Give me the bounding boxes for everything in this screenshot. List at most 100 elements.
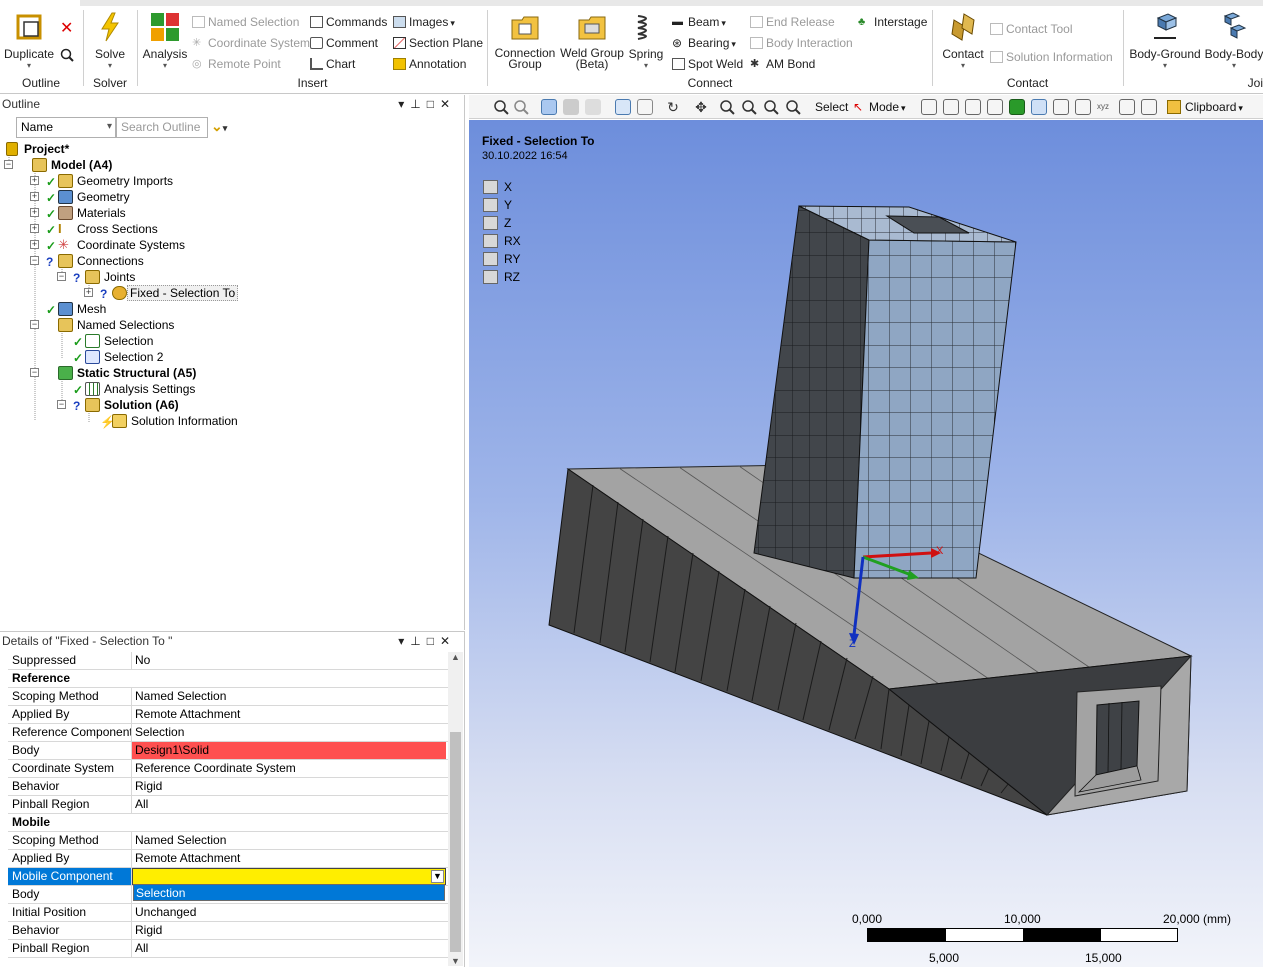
extend-icon[interactable]: [1119, 99, 1135, 115]
dropdown-option-selection[interactable]: Selection: [133, 884, 445, 901]
collapse-icon[interactable]: −: [57, 272, 66, 281]
select-vertex-icon[interactable]: [921, 99, 937, 115]
mobile-component-select[interactable]: ▼: [132, 868, 446, 885]
select-element-face-icon[interactable]: [1053, 99, 1069, 115]
row-value[interactable]: Design1\Solid: [132, 742, 446, 759]
expand-icon[interactable]: +: [30, 240, 39, 249]
details-section-mobile[interactable]: Mobile: [8, 814, 448, 832]
collapse-icon[interactable]: −: [57, 400, 66, 409]
box-zoom-icon[interactable]: [741, 99, 757, 115]
end-release-button[interactable]: End Release: [750, 14, 835, 30]
select-mode-dropdown[interactable]: ↖ Mode: [853, 98, 906, 116]
details-section-reference[interactable]: Reference: [8, 670, 448, 688]
details-row-suppressed[interactable]: Suppressed No: [8, 652, 448, 670]
details-row-scoping-method[interactable]: Scoping Method Named Selection: [8, 688, 448, 706]
duplicate-dropdown-icon[interactable]: ▾: [4, 60, 54, 72]
spring-button[interactable]: Spring ▾: [626, 12, 666, 72]
section-plane-button[interactable]: Section Plane: [393, 35, 483, 51]
select-face-icon[interactable]: [637, 99, 653, 115]
am-bond-button[interactable]: ✱ AM Bond: [750, 56, 815, 72]
row-value[interactable]: Named Selection: [132, 832, 446, 849]
body-body-dropdown-icon[interactable]: ▾: [1202, 60, 1263, 72]
chevron-down-icon[interactable]: ▼: [431, 870, 444, 883]
select-edge-icon[interactable]: [943, 99, 959, 115]
solid-view-icon[interactable]: [563, 99, 579, 115]
name-filter-select[interactable]: Name ▾: [16, 117, 116, 138]
find-icon[interactable]: [60, 48, 74, 62]
row-value[interactable]: Named Selection: [132, 688, 446, 705]
details-row-pinball-region[interactable]: Pinball Region All: [8, 796, 448, 814]
bearing-button[interactable]: ⊛ Bearing: [672, 35, 736, 51]
collapse-icon[interactable]: −: [30, 256, 39, 265]
pin-icon[interactable]: ⊥: [410, 634, 426, 648]
close-icon[interactable]: ✕: [440, 634, 456, 648]
duplicate-button[interactable]: Duplicate ▾: [4, 12, 54, 72]
contact-tool-button[interactable]: Contact Tool: [990, 21, 1073, 37]
select-mesh-icon[interactable]: [1075, 99, 1091, 115]
contact-button[interactable]: Contact ▾: [939, 12, 987, 72]
row-value[interactable]: Remote Attachment: [132, 706, 446, 723]
details-row-scoping-method[interactable]: Scoping Method Named Selection: [8, 832, 448, 850]
close-icon[interactable]: ✕: [440, 97, 456, 111]
expand-icon[interactable]: +: [30, 224, 39, 233]
graphics-viewport[interactable]: Fixed - Selection To 30.10.2022 16:54 X …: [469, 120, 1263, 967]
maximize-icon[interactable]: □: [427, 97, 440, 111]
box-view-icon[interactable]: [541, 99, 557, 115]
scroll-down-icon[interactable]: ▼: [448, 956, 463, 966]
beam-button[interactable]: ▬ Beam: [672, 14, 726, 30]
commands-button[interactable]: Commands: [310, 14, 387, 30]
select-element-icon[interactable]: [1031, 99, 1047, 115]
collapse-icon[interactable]: −: [30, 320, 39, 329]
details-row-behavior[interactable]: Behavior Rigid: [8, 778, 448, 796]
scroll-up-icon[interactable]: ▲: [448, 652, 463, 662]
details-row-applied-by[interactable]: Applied By Remote Attachment: [8, 706, 448, 724]
expand-icon[interactable]: +: [30, 192, 39, 201]
details-row-body[interactable]: Body Design1\Solid: [8, 742, 448, 760]
row-value[interactable]: All: [132, 940, 446, 957]
row-value[interactable]: Rigid: [132, 922, 446, 939]
analysis-dropdown-icon[interactable]: ▾: [142, 60, 188, 72]
select-body-filter-icon[interactable]: [987, 99, 1003, 115]
details-row-behavior[interactable]: Behavior Rigid: [8, 922, 448, 940]
zoom-to-fit-icon[interactable]: [493, 99, 509, 115]
collapse-icon[interactable]: −: [30, 368, 39, 377]
details-row-coordinate-system[interactable]: Coordinate System Reference Coordinate Sy…: [8, 760, 448, 778]
expand-icon[interactable]: +: [30, 208, 39, 217]
weld-group-button[interactable]: Weld Group (Beta): [558, 12, 626, 70]
row-value[interactable]: All: [132, 796, 446, 813]
expand-icon[interactable]: +: [84, 288, 93, 297]
solve-dropdown-icon[interactable]: ▾: [90, 60, 130, 72]
collapse-icon[interactable]: −: [4, 160, 13, 169]
solution-information-button[interactable]: Solution Information: [990, 49, 1113, 65]
magnifier-icon[interactable]: [785, 99, 801, 115]
spot-weld-button[interactable]: Spot Weld: [672, 56, 743, 72]
body-body-button[interactable]: Body-Body ▾: [1202, 12, 1263, 72]
solve-button[interactable]: Solve ▾: [90, 12, 130, 72]
maximize-icon[interactable]: □: [427, 634, 440, 648]
clipboard-dropdown[interactable]: Clipboard: [1167, 98, 1243, 116]
analysis-button[interactable]: Analysis ▾: [142, 12, 188, 72]
details-scrollbar[interactable]: ▲ ▼: [448, 652, 463, 966]
filter-chevron-icon[interactable]: ⌄▾: [211, 118, 227, 135]
scrollbar-thumb[interactable]: [450, 732, 461, 952]
connection-group-button[interactable]: Connection Group: [492, 12, 558, 70]
coordinate-axes-icon[interactable]: xyz: [1097, 99, 1113, 115]
zoom-icon[interactable]: [719, 99, 735, 115]
interstage-button[interactable]: ♣ Interstage: [858, 14, 927, 30]
contact-dropdown-icon[interactable]: ▾: [939, 60, 987, 72]
comment-button[interactable]: Comment: [310, 35, 378, 51]
details-row-initial-position[interactable]: Initial Position Unchanged: [8, 904, 448, 922]
select-label[interactable]: Select: [815, 98, 848, 116]
select-node-icon[interactable]: [1009, 99, 1025, 115]
body-ground-dropdown-icon[interactable]: ▾: [1128, 60, 1202, 72]
dropdown-icon[interactable]: ▾: [398, 97, 410, 111]
select-face-filter-icon[interactable]: [965, 99, 981, 115]
select-body-icon[interactable]: [615, 99, 631, 115]
search-outline-input[interactable]: Search Outline: [116, 117, 208, 138]
dropdown-icon[interactable]: ▾: [398, 634, 410, 648]
details-row-reference-component[interactable]: Reference Component Selection: [8, 724, 448, 742]
zoom-out-icon[interactable]: [513, 99, 529, 115]
delete-icon[interactable]: ✕: [60, 18, 73, 38]
row-value[interactable]: Selection: [132, 724, 446, 741]
body-interaction-button[interactable]: Body Interaction: [750, 35, 853, 51]
